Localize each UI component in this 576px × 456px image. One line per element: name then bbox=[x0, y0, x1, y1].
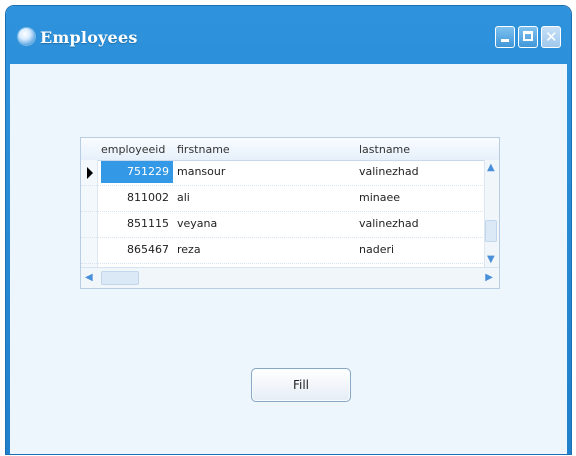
cell-lastname[interactable]: naderi bbox=[359, 243, 394, 256]
table-row[interactable]: 811002 ali minaee bbox=[81, 186, 487, 212]
horizontal-scrollbar[interactable]: ◀ ▶ bbox=[81, 267, 499, 288]
close-button[interactable]: ✕ bbox=[541, 26, 561, 48]
cell-employeeid[interactable]: 811002 bbox=[101, 191, 173, 204]
vertical-scroll-thumb[interactable] bbox=[485, 220, 497, 242]
table-row[interactable]: 851115 veyana valinezhad bbox=[81, 212, 487, 238]
cell-employeeid[interactable]: 751229 bbox=[101, 161, 173, 183]
cell-lastname[interactable]: valinezhad bbox=[359, 217, 419, 230]
maximize-button[interactable] bbox=[518, 26, 538, 48]
maximize-icon bbox=[523, 31, 533, 41]
grid-header: employeeid firstname lastname bbox=[81, 138, 499, 161]
cell-firstname[interactable]: ali bbox=[177, 191, 190, 204]
cell-lastname[interactable]: minaee bbox=[359, 191, 400, 204]
scroll-up-arrow-icon[interactable]: ▲ bbox=[487, 162, 495, 174]
cell-firstname[interactable]: veyana bbox=[177, 217, 217, 230]
column-header-lastname[interactable]: lastname bbox=[359, 143, 410, 156]
cell-employeeid[interactable]: 865467 bbox=[101, 243, 173, 256]
table-row[interactable]: 865467 reza naderi bbox=[81, 238, 487, 264]
cell-lastname[interactable]: valinezhad bbox=[359, 165, 419, 178]
minimize-button[interactable] bbox=[495, 26, 515, 48]
minimize-icon bbox=[501, 39, 509, 42]
form-client-area: employeeid firstname lastname 751229 man… bbox=[10, 64, 567, 454]
column-header-firstname[interactable]: firstname bbox=[177, 143, 230, 156]
cell-firstname[interactable]: reza bbox=[177, 243, 201, 256]
app-globe-icon bbox=[18, 28, 35, 45]
table-row[interactable]: 751229 mansour valinezhad bbox=[81, 160, 487, 186]
window-controls: ✕ bbox=[495, 26, 561, 48]
scroll-right-arrow-icon[interactable]: ▶ bbox=[485, 272, 493, 284]
column-header-employeeid[interactable]: employeeid bbox=[101, 143, 165, 156]
employees-window: Employees ✕ employeeid firstname lastnam… bbox=[6, 6, 571, 454]
close-icon: ✕ bbox=[545, 28, 558, 46]
title-bar[interactable]: Employees ✕ bbox=[6, 6, 571, 66]
horizontal-scroll-thumb[interactable] bbox=[101, 271, 139, 285]
vertical-scrollbar[interactable]: ▲ ▼ bbox=[484, 160, 499, 268]
window-title: Employees bbox=[40, 28, 138, 47]
scroll-left-arrow-icon[interactable]: ◀ bbox=[85, 272, 93, 284]
scroll-down-arrow-icon[interactable]: ▼ bbox=[487, 254, 495, 266]
cell-firstname[interactable]: mansour bbox=[177, 165, 225, 178]
fill-button[interactable]: Fill bbox=[251, 368, 351, 402]
cell-employeeid[interactable]: 851115 bbox=[101, 217, 173, 230]
current-row-arrow-icon bbox=[87, 167, 93, 179]
employees-data-grid[interactable]: employeeid firstname lastname 751229 man… bbox=[80, 137, 500, 289]
